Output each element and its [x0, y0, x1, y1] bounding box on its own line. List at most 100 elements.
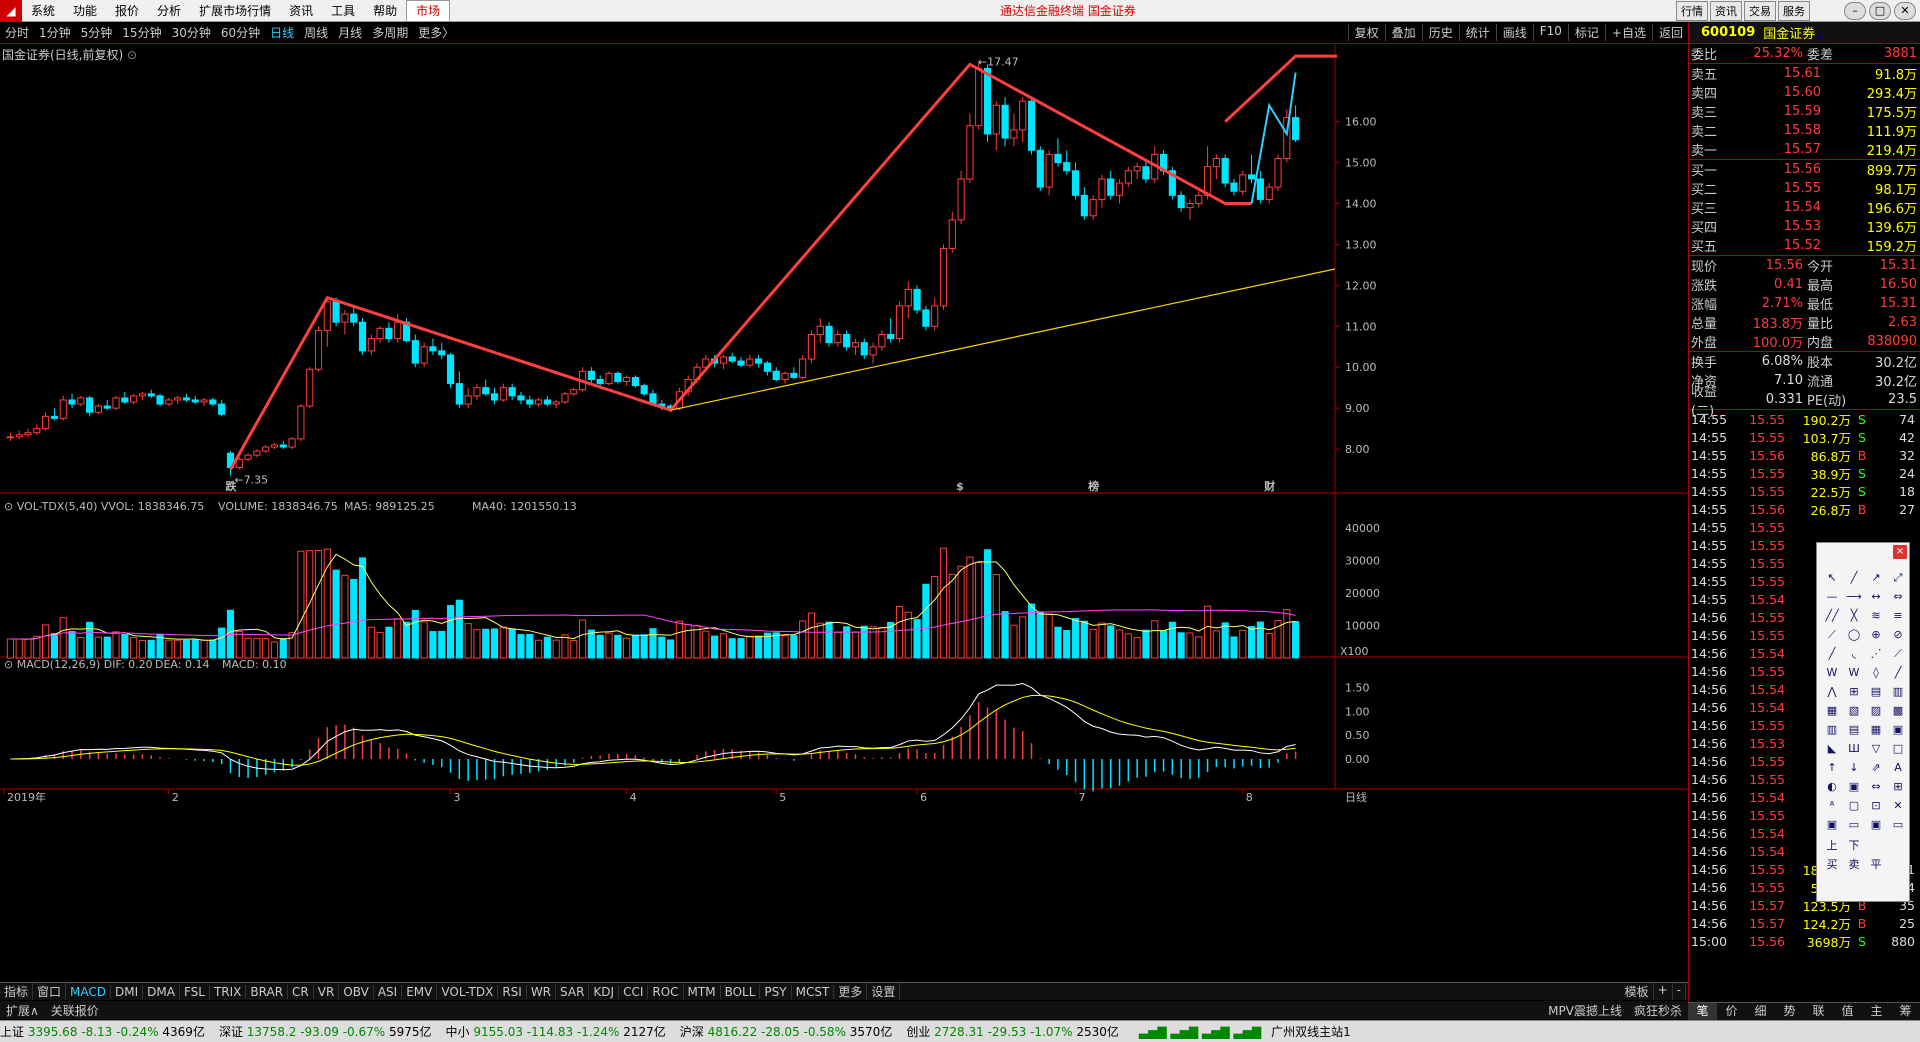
index-3[interactable]: 沪深 4816.22 -28.05 -0.58% 3570亿	[680, 1023, 893, 1040]
draw-tool-icon[interactable]: ⟶	[1843, 590, 1865, 609]
draw-tool-icon[interactable]: ▥	[1887, 685, 1909, 704]
draw-tool-icon[interactable]: ╱	[1821, 647, 1843, 666]
menu-tools[interactable]: 工具	[322, 2, 364, 19]
buy-row[interactable]: 买四 15.53 139.6万	[1689, 217, 1920, 236]
draw-tool-icon[interactable]: ◊	[1865, 666, 1887, 685]
draw-tool-icon[interactable]: ↗	[1865, 571, 1887, 590]
btn-zx[interactable]: 资讯	[1710, 0, 1742, 21]
period-30min[interactable]: 30分钟	[167, 24, 216, 41]
close-icon[interactable]: ✕	[1894, 1, 1916, 20]
quote-tab[interactable]: 联	[1804, 1003, 1833, 1020]
period-more[interactable]: 更多〉	[413, 24, 459, 41]
draw-tool-icon[interactable]: ▽	[1865, 742, 1887, 761]
indicator-tab[interactable]: BRAR	[246, 984, 289, 999]
btn-fw[interactable]: 服务	[1778, 0, 1810, 21]
indicator-tab[interactable]: 设置	[867, 983, 901, 1000]
indicator-tab[interactable]: WR	[527, 984, 557, 999]
indicator-tab[interactable]: SAR	[556, 984, 590, 999]
draw-tool-icon[interactable]: ▣	[1887, 723, 1909, 742]
draw-tool-icon[interactable]	[1865, 837, 1887, 856]
indicator-tab[interactable]: BOLL	[721, 984, 761, 999]
indicator-tab[interactable]: DMA	[143, 984, 180, 999]
sell-row[interactable]: 卖五 15.61 91.8万	[1689, 64, 1920, 83]
indicator-tab[interactable]: MACD	[66, 984, 112, 999]
draw-tool-icon[interactable]: ▣	[1821, 818, 1843, 837]
period-weekly[interactable]: 周线	[299, 24, 333, 41]
draw-tool-icon[interactable]	[1887, 837, 1909, 856]
tool-zixuan[interactable]: +自选	[1604, 24, 1652, 41]
indicator-tab[interactable]: PSY	[760, 984, 792, 999]
chart-settings-icon[interactable]: ⊙	[127, 48, 137, 62]
tool-f10[interactable]: F10	[1532, 24, 1568, 41]
draw-tool-icon[interactable]: ↑	[1821, 761, 1843, 780]
quote-tab[interactable]: 主	[1862, 1003, 1891, 1020]
quote-tab[interactable]: 价	[1717, 1003, 1746, 1020]
tool-huaxian[interactable]: 画线	[1495, 24, 1533, 41]
period-daily[interactable]: 日线	[265, 24, 299, 41]
menu-ext-market[interactable]: 扩展市场行情	[190, 2, 280, 19]
draw-tool-icon[interactable]: ↖	[1821, 571, 1843, 590]
quote-tab[interactable]: 笔	[1688, 1003, 1717, 1020]
draw-tool-icon[interactable]	[1887, 856, 1909, 875]
indicator-tab[interactable]: OBV	[339, 984, 374, 999]
draw-tool-icon[interactable]: ▦	[1821, 704, 1843, 723]
draw-tool-icon[interactable]: ⇗	[1865, 761, 1887, 780]
buy-row[interactable]: 买三 15.54 196.6万	[1689, 198, 1920, 217]
draw-tool-icon[interactable]: 下	[1843, 837, 1865, 856]
draw-tool-icon[interactable]: A	[1887, 761, 1909, 780]
draw-tool-icon[interactable]: ▢	[1843, 799, 1865, 818]
indicator-tab[interactable]: 更多	[834, 983, 868, 1000]
indicator-template-button[interactable]: 模板	[1621, 983, 1654, 1000]
draw-tool-icon[interactable]: ▭	[1843, 818, 1865, 837]
index-0[interactable]: 上证 3395.68 -8.13 -0.24% 4369亿	[0, 1023, 205, 1040]
index-4[interactable]: 创业 2728.31 -29.53 -1.07% 2530亿	[906, 1023, 1119, 1040]
menu-help[interactable]: 帮助	[364, 2, 406, 19]
menu-analysis[interactable]: 分析	[148, 2, 190, 19]
quote-tab[interactable]: 值	[1833, 1003, 1862, 1020]
draw-tool-icon[interactable]: ▥	[1821, 723, 1843, 742]
menu-info[interactable]: 资讯	[280, 2, 322, 19]
draw-tool-icon[interactable]: ▧	[1843, 704, 1865, 723]
menu-system[interactable]: 系统	[22, 2, 64, 19]
draw-tool-icon[interactable]: Ш	[1843, 742, 1865, 761]
draw-tool-icon[interactable]: ⊞	[1887, 780, 1909, 799]
draw-tool-icon[interactable]: W	[1843, 666, 1865, 685]
indicator-tab[interactable]: ROC	[648, 984, 684, 999]
indicator-template-button[interactable]: -	[1673, 983, 1686, 1000]
draw-tool-icon[interactable]: ▦	[1865, 723, 1887, 742]
draw-tool-icon[interactable]: 买	[1821, 856, 1843, 875]
indicator-tab[interactable]: VOL-TDX	[437, 984, 499, 999]
tool-biaoji[interactable]: 标记	[1567, 24, 1605, 41]
indicator-tab[interactable]: EMV	[402, 984, 438, 999]
promo-miaosha[interactable]: 疯狂秒杀	[1628, 1002, 1688, 1019]
period-15min[interactable]: 15分钟	[117, 24, 166, 41]
period-multi[interactable]: 多周期	[367, 24, 413, 41]
btn-jy[interactable]: 交易	[1744, 0, 1776, 21]
tool-lishi[interactable]: 历史	[1421, 24, 1459, 41]
draw-tool-icon[interactable]: ◯	[1843, 628, 1865, 647]
draw-tool-icon[interactable]: ≡	[1887, 609, 1909, 628]
btn-hq[interactable]: 行情	[1676, 0, 1708, 21]
indicator-tab[interactable]: MCST	[792, 984, 835, 999]
buy-row[interactable]: 买二 15.55 98.1万	[1689, 179, 1920, 198]
indicator-tab[interactable]: VR	[314, 984, 340, 999]
draw-tool-icon[interactable]: ▤	[1865, 685, 1887, 704]
index-1[interactable]: 深证 13758.2 -93.09 -0.67% 5975亿	[219, 1023, 432, 1040]
draw-tool-icon[interactable]: ◟	[1843, 647, 1865, 666]
maximize-icon[interactable]: □	[1869, 1, 1891, 20]
draw-tool-icon[interactable]: ⊡	[1865, 799, 1887, 818]
expand-button[interactable]: 扩展∧	[0, 1002, 45, 1019]
sell-row[interactable]: 卖一 15.57 219.4万	[1689, 140, 1920, 159]
tool-tongji[interactable]: 统计	[1458, 24, 1496, 41]
draw-tool-icon[interactable]: ⊞	[1843, 685, 1865, 704]
kline-chart[interactable]: 16.00 15.00 14.00 13.00 12.00 11.00 10.00 9.00 8…	[0, 44, 1688, 982]
indicator-tab[interactable]: KDJ	[589, 984, 620, 999]
minimize-icon[interactable]: –	[1844, 1, 1866, 20]
draw-tool-icon[interactable]: ╱╱	[1821, 609, 1843, 628]
index-2[interactable]: 中小 9155.03 -114.83 -1.24% 2127亿	[446, 1023, 666, 1040]
tool-back[interactable]: 返回	[1651, 24, 1689, 41]
sell-row[interactable]: 卖三 15.59 175.5万	[1689, 102, 1920, 121]
draw-tool-icon[interactable]: ⋀	[1821, 685, 1843, 704]
draw-tool-icon[interactable]: ◣	[1821, 742, 1843, 761]
draw-tool-icon[interactable]: ╱	[1843, 571, 1865, 590]
